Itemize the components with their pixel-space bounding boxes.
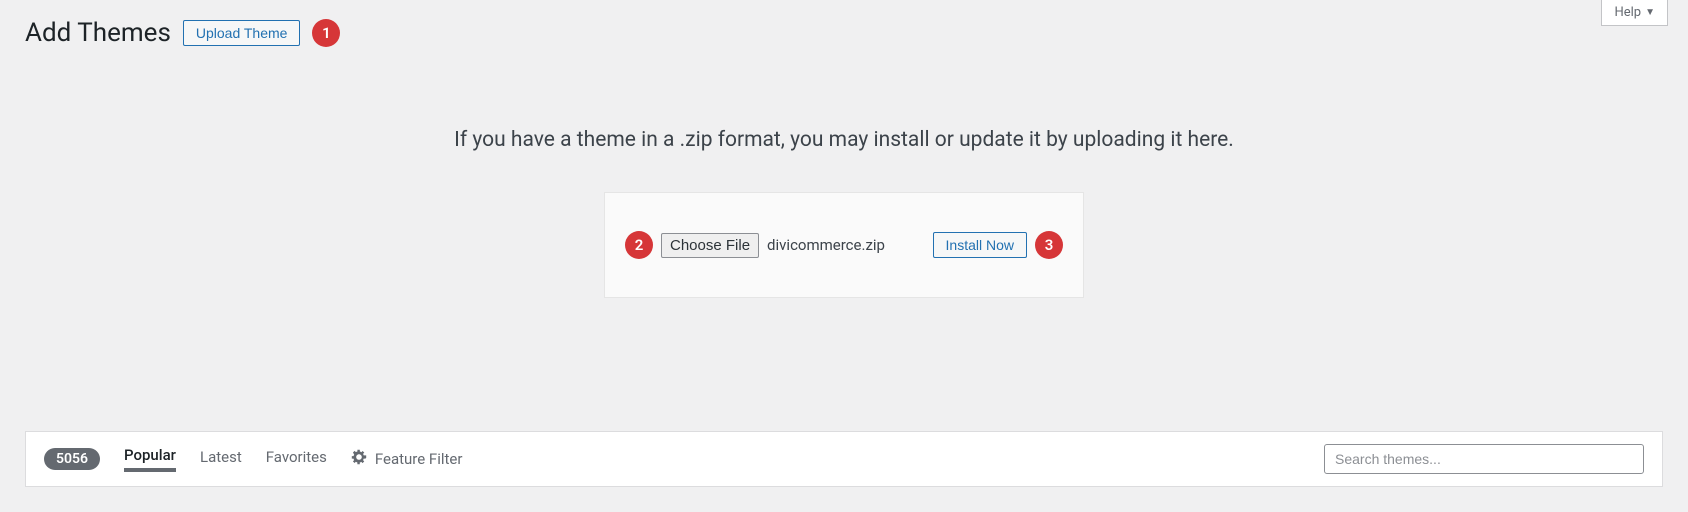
install-now-button[interactable]: Install Now: [933, 232, 1027, 258]
tab-feature-filter[interactable]: Feature Filter: [351, 449, 463, 469]
selected-filename: divicommerce.zip: [767, 236, 885, 254]
page-title: Add Themes: [25, 18, 171, 48]
help-tab[interactable]: Help ▼: [1601, 0, 1668, 26]
tab-latest[interactable]: Latest: [200, 448, 242, 470]
caret-down-icon: ▼: [1645, 7, 1655, 18]
feature-filter-label: Feature Filter: [375, 450, 463, 468]
theme-filter-bar: 5056 Popular Latest Favorites Feature Fi…: [25, 431, 1663, 487]
upload-theme-button[interactable]: Upload Theme: [183, 20, 301, 46]
theme-count-badge: 5056: [44, 448, 100, 470]
file-input-group: 2 Choose File divicommerce.zip: [625, 231, 885, 259]
tab-favorites[interactable]: Favorites: [266, 448, 327, 470]
install-group: Install Now 3: [933, 231, 1063, 259]
tab-popular[interactable]: Popular: [124, 446, 176, 472]
annotation-step-1: 1: [312, 19, 340, 47]
annotation-step-2: 2: [625, 231, 653, 259]
help-label: Help: [1614, 5, 1641, 20]
upload-info-text: If you have a theme in a .zip format, yo…: [0, 128, 1688, 152]
search-themes-input[interactable]: [1324, 444, 1644, 474]
choose-file-button[interactable]: Choose File: [661, 233, 759, 258]
page-header: Add Themes Upload Theme 1: [0, 0, 1688, 48]
gear-icon: [351, 449, 367, 469]
upload-form: 2 Choose File divicommerce.zip Install N…: [604, 192, 1084, 298]
annotation-step-3: 3: [1035, 231, 1063, 259]
